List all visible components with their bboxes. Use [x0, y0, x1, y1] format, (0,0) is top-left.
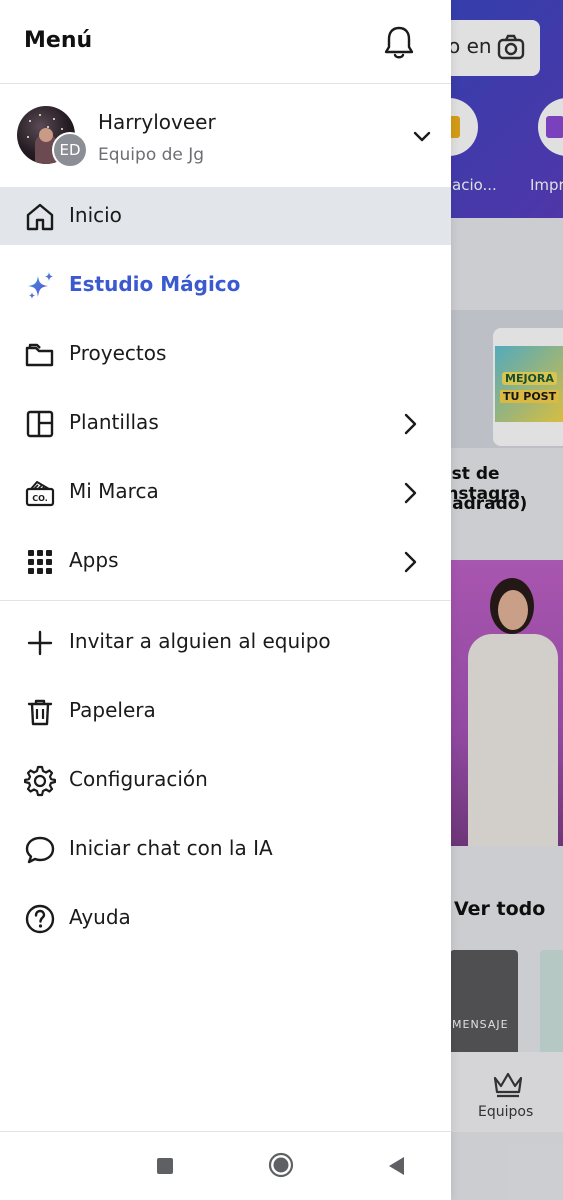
nav-item-proyectos[interactable]: Proyectos	[0, 325, 451, 383]
nav-item-plantillas[interactable]: Plantillas	[0, 394, 451, 452]
divider	[0, 83, 451, 84]
nav-item-label: Invitar a alguien al equipo	[69, 629, 331, 653]
svg-text:CO.: CO.	[32, 494, 48, 503]
nav-item-label: Mi Marca	[69, 479, 159, 503]
template-icon	[26, 410, 54, 438]
nav-item-label: Configuración	[69, 767, 208, 791]
user-name: Harryloveer	[98, 110, 216, 134]
system-nav-bar	[0, 1132, 451, 1200]
nav-item-label: Plantillas	[69, 410, 159, 434]
nav-item-invitar[interactable]: Invitar a alguien al equipo	[0, 613, 451, 671]
chevron-down-icon[interactable]	[410, 124, 434, 148]
account-switcher[interactable]: ED Harryloveer Equipo de Jg	[0, 90, 451, 182]
nav-item-label: Proyectos	[69, 341, 167, 365]
sparkle-icon	[28, 272, 53, 299]
help-icon	[25, 904, 55, 934]
nav-item-chat-ia[interactable]: Iniciar chat con la IA	[0, 820, 451, 878]
bell-icon[interactable]	[382, 24, 416, 60]
nav-item-configuracion[interactable]: Configuración	[0, 751, 451, 809]
nav-item-label: Apps	[69, 548, 119, 572]
chat-bubble-icon	[25, 836, 55, 864]
gear-icon	[24, 765, 56, 797]
nav-item-apps[interactable]: Apps	[0, 532, 451, 590]
nav-item-ayuda[interactable]: Ayuda	[0, 889, 451, 947]
nav-item-inicio[interactable]: Inicio	[0, 187, 451, 245]
recent-apps-icon[interactable]	[157, 1158, 173, 1174]
side-drawer: Menú ED Harryloveer Equipo de Jg Inicio	[0, 0, 451, 1200]
nav-item-mi-marca[interactable]: CO. Mi Marca	[0, 463, 451, 521]
home-button-icon[interactable]	[268, 1152, 294, 1178]
chevron-right-icon	[404, 482, 417, 504]
team-name: Equipo de Jg	[98, 145, 205, 165]
nav-item-estudio-magico[interactable]: Estudio Mágico	[0, 256, 451, 314]
chevron-right-icon	[404, 551, 417, 573]
nav-item-label: Ayuda	[69, 905, 131, 929]
team-initials-badge: ED	[52, 132, 88, 168]
apps-grid-icon	[28, 550, 52, 574]
plus-icon	[27, 630, 53, 656]
nav-item-label: Iniciar chat con la IA	[69, 836, 273, 860]
brand-icon: CO.	[25, 481, 55, 507]
nav-item-papelera[interactable]: Papelera	[0, 682, 451, 740]
back-icon[interactable]	[386, 1155, 406, 1177]
nav-item-label: Inicio	[69, 203, 122, 227]
menu-title: Menú	[24, 28, 93, 53]
nav-item-label: Papelera	[69, 698, 156, 722]
nav-item-label: Estudio Mágico	[69, 272, 241, 296]
chevron-right-icon	[404, 413, 417, 435]
home-icon	[26, 203, 54, 231]
folder-icon	[25, 343, 54, 367]
divider	[0, 600, 451, 601]
trash-icon	[27, 699, 53, 726]
